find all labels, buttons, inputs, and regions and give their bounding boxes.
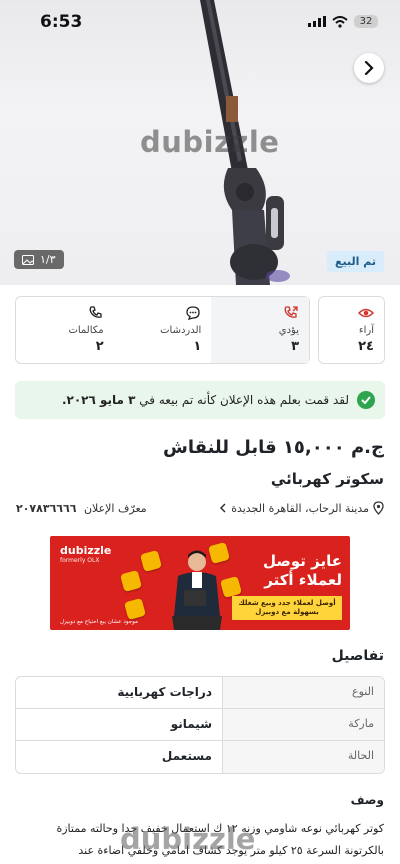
details-key: الحالة — [222, 741, 384, 773]
coin-icon — [119, 569, 143, 593]
description-heading: وصف — [350, 793, 384, 807]
chevron-left-icon — [220, 503, 226, 513]
views-value: ٢٤ — [358, 339, 374, 354]
image-icon — [22, 254, 34, 265]
calls-stat[interactable]: مكالمات ٢ — [16, 297, 114, 363]
views-stat: آراء ٢٤ — [319, 297, 384, 363]
details-row: الحالة مستعمل — [16, 741, 384, 773]
promo-logo: dubizzle — [60, 544, 112, 557]
coin-icon — [123, 597, 147, 621]
ad-id: معرّف الإعلان ٢٠٧٨٣٦٦٦٦ — [16, 502, 147, 515]
chevron-right-icon — [364, 61, 374, 75]
chats-value: ١ — [193, 339, 202, 354]
delivery-label: يؤدي — [278, 325, 299, 336]
details-key: النوع — [222, 677, 384, 708]
chats-label: الدردشات — [160, 325, 202, 336]
delivery-value: ٣ — [291, 339, 299, 354]
banner-message: لقد قمت بعلم هذه الإعلان كأنه تم بيعه في — [139, 393, 349, 407]
location-text: مدينة الرحاب، القاهرة الجديدة — [231, 501, 369, 515]
status-icons: 32 — [308, 15, 378, 28]
location-pin-icon — [373, 501, 384, 515]
listing-location[interactable]: مدينة الرحاب، القاهرة الجديدة — [219, 501, 384, 515]
dubizzle-watermark: dubizzle — [120, 822, 256, 856]
promo-headline-2: لعملاء أكتر — [264, 571, 342, 589]
phone-icon — [89, 306, 102, 318]
wifi-icon — [332, 15, 348, 28]
coin-icon — [139, 549, 163, 573]
ad-id-value: ٢٠٧٨٣٦٦٦٦ — [16, 502, 77, 515]
check-circle-icon — [357, 391, 375, 409]
details-value: دراجات كهربايية — [117, 685, 212, 699]
image-counter-text: ١/٣ — [40, 253, 56, 266]
contacts-card: يؤدي ٣ الدردشات ١ مكالمات ٢ — [15, 296, 310, 364]
details-row: النوع دراجات كهربايية — [16, 677, 384, 709]
chat-bubble-icon — [186, 306, 200, 320]
details-value: مستعمل — [161, 749, 212, 763]
calls-label: مكالمات — [68, 325, 104, 336]
stats-row: آراء ٢٤ يؤدي ٣ الدردشات ١ مكالمات ٢ — [15, 296, 385, 364]
image-counter[interactable]: ١/٣ — [14, 250, 64, 269]
views-label: آراء — [358, 325, 374, 336]
details-value: شيمانو — [170, 717, 212, 731]
ad-id-label: معرّف الإعلان — [83, 502, 147, 515]
eye-icon — [358, 308, 374, 318]
details-row: ماركة شيمانو — [16, 709, 384, 741]
promo-logo-sub: formerly OLX — [60, 557, 100, 564]
views-card: آراء ٢٤ — [318, 296, 385, 364]
listing-title: سكوتر كهربائي — [270, 470, 384, 488]
calls-value: ٢ — [95, 339, 104, 354]
banner-text: لقد قمت بعلم هذه الإعلان كأنه تم بيعه في… — [62, 393, 349, 407]
promo-headline-1: عايز توصل — [263, 552, 342, 570]
details-key: ماركة — [222, 709, 384, 740]
details-table: النوع دراجات كهربايية ماركة شيمانو الحال… — [15, 676, 385, 774]
listing-price: ج.م ١٥,٠٠٠ قابل للنقاش — [163, 437, 384, 458]
details-heading: تفاصيل — [331, 648, 384, 664]
businessman-illustration — [172, 550, 222, 630]
chats-stat[interactable]: الدردشات ١ — [114, 297, 212, 363]
delivery-stat[interactable]: يؤدي ٣ — [211, 297, 309, 363]
sold-badge: تم البيع — [327, 251, 384, 272]
phone-outgoing-icon — [284, 306, 298, 318]
status-time: 6:53 — [40, 12, 83, 32]
battery-indicator: 32 — [354, 15, 378, 28]
signal-icon — [308, 16, 326, 27]
banner-date: ٣ مايو ٢٠٢٦. — [61, 393, 136, 407]
promo-banner[interactable]: dubizzle formerly OLX عايز توصل لعملاء أ… — [50, 536, 350, 630]
promo-yellow-box: أوصل لعملاء جدد وبيع شغلك بسهولة مع دوبي… — [232, 596, 342, 620]
status-bar: 6:53 32 — [0, 0, 400, 44]
next-image-button[interactable] — [354, 53, 384, 83]
promo-footer: موجود عشان بيع احتياج مع دوبيزل — [60, 619, 138, 625]
dubizzle-watermark: dubizzle — [140, 125, 280, 159]
sold-info-banner: لقد قمت بعلم هذه الإعلان كأنه تم بيعه في… — [15, 381, 385, 419]
